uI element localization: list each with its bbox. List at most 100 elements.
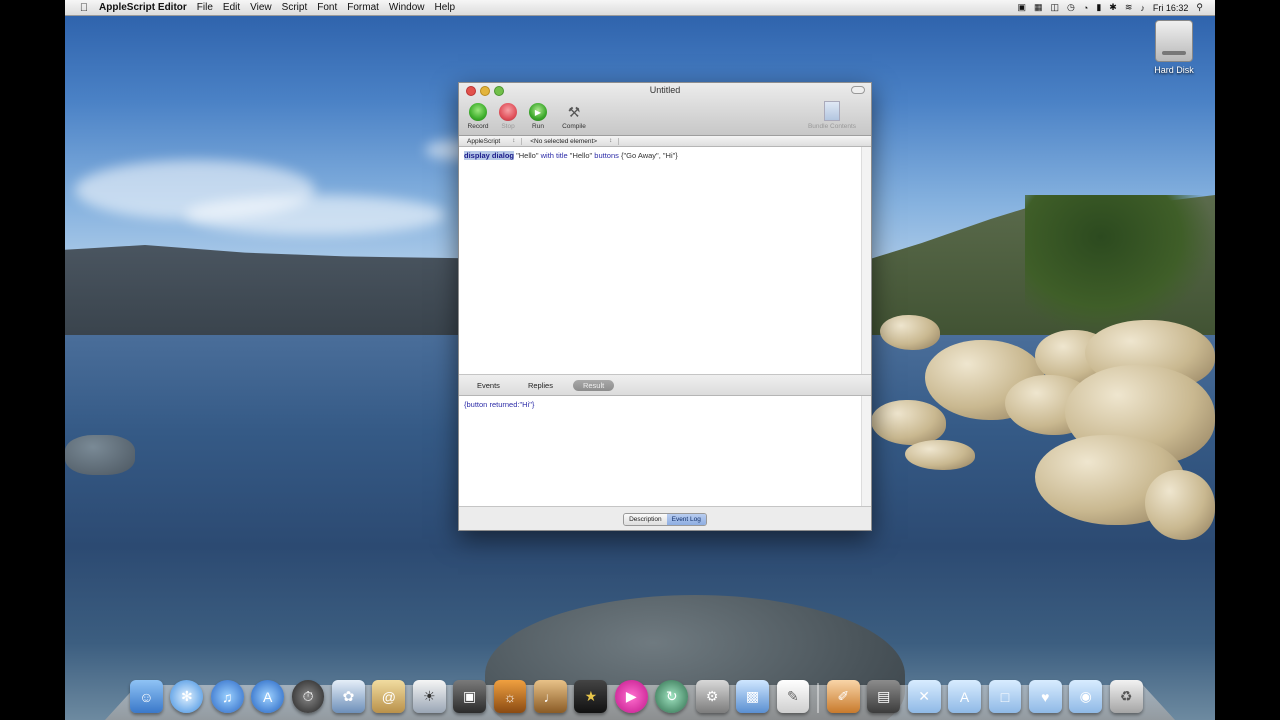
photo-icon[interactable]: ☼ <box>493 680 527 713</box>
hard-disk-label: Hard Disk <box>1154 65 1194 75</box>
record-button[interactable]: Record <box>463 103 493 130</box>
hard-disk-icon <box>1155 20 1193 62</box>
description-eventlog-segmented: Description Event Log <box>623 512 707 526</box>
event-log-button[interactable]: Event Log <box>666 513 706 525</box>
tab-result[interactable]: Result <box>572 379 615 391</box>
wallpaper-cloud <box>185 195 445 235</box>
menu-window[interactable]: Window <box>389 2 425 13</box>
element-popup-value: <No selected element> <box>530 137 598 145</box>
toolbar: Record Stop ▶ Run ⚒ Compile <box>463 103 595 130</box>
trash-icon[interactable]: ♻ <box>1109 680 1143 713</box>
window-title: Untitled <box>649 85 681 95</box>
spotlight-search-icon[interactable]: ⚲ <box>1196 2 1203 13</box>
sync-icon[interactable]: ◫ <box>1051 2 1060 13</box>
bundle-contents-label: Bundle Contents <box>807 123 857 130</box>
record-icon <box>469 103 487 121</box>
language-popup-value: AppleScript <box>467 137 501 145</box>
menu-clock[interactable]: Fri 16:32 <box>1153 3 1189 13</box>
dashboard-icon[interactable]: ⏱ <box>291 680 325 713</box>
menu-script[interactable]: Script <box>282 2 308 13</box>
applications-folder-icon[interactable]: ✕ <box>907 680 941 713</box>
photo-booth-icon[interactable]: ▣ <box>453 680 487 713</box>
result-text: {button returned:"Hi"} <box>464 400 535 409</box>
downloads-folder-icon[interactable]: □ <box>988 680 1022 713</box>
tab-replies[interactable]: Replies <box>514 381 567 390</box>
result-pane[interactable]: {button returned:"Hi"} <box>459 396 871 507</box>
script-editor[interactable]: display dialog "Hello" with title "Hello… <box>459 147 871 375</box>
language-popup[interactable]: AppleScript ↕ <box>459 137 523 145</box>
window-titlebar[interactable]: Untitled Record Stop ▶ Run ⚒ Compile Bun… <box>459 83 871 136</box>
dock: ☺ ✻ ♫ A ⏱ ✿ @ ☀ ▣ ☼ ♩ ★ ▶ ↻ ⚙ ▩ ✎ ✐ ▤ ✕ … <box>130 668 1150 713</box>
element-popup[interactable]: <No selected element> ↕ <box>522 137 620 145</box>
movie-clapper-icon[interactable]: ▩ <box>736 680 769 713</box>
script-string: "Hello" <box>567 151 595 160</box>
documents-folder-icon[interactable]: A <box>948 680 981 713</box>
finder-icon[interactable]: ☺ <box>130 680 163 713</box>
home-folder-icon[interactable]: ◉ <box>1069 680 1103 713</box>
app-store-icon[interactable]: A <box>251 680 285 713</box>
wallpaper-rock <box>65 435 135 475</box>
screen-record-icon[interactable]: ▣ <box>1017 2 1026 13</box>
time-machine-icon[interactable]: ↻ <box>655 680 689 713</box>
apple-menu-icon[interactable]:  <box>77 2 91 14</box>
menu-format[interactable]: Format <box>347 2 379 13</box>
itunes-icon[interactable]: ♫ <box>210 680 244 713</box>
hammer-icon: ⚒ <box>567 104 581 120</box>
result-scrollbar[interactable] <box>861 396 871 506</box>
script-line: display dialog "Hello" with title "Hello… <box>464 151 678 160</box>
stop-button[interactable]: Stop <box>493 103 523 130</box>
script-editor-icon[interactable]: ✐ <box>826 680 860 713</box>
run-label: Run <box>532 123 544 130</box>
imovie-icon[interactable]: ★ <box>574 680 608 713</box>
wallpaper-rock <box>871 400 946 445</box>
script-keyword: buttons <box>594 151 619 160</box>
compile-button[interactable]: ⚒ Compile <box>553 103 595 130</box>
safari-icon[interactable]: ✻ <box>170 680 204 713</box>
selected-keyword: display dialog <box>464 151 515 160</box>
menu-extras: ▣ ▦ ◫ ◷ ◔ ▮ ✱ ≋ ♪ Fri 16:32 ⚲ <box>1009 2 1203 13</box>
front-row-icon[interactable]: ▶ <box>614 680 648 713</box>
menu-file[interactable]: File <box>197 2 213 13</box>
dock-separator <box>816 683 819 713</box>
menu-font[interactable]: Font <box>317 2 337 13</box>
menu-help[interactable]: Help <box>434 2 455 13</box>
pictures-folder-icon[interactable]: ♥ <box>1028 680 1062 713</box>
wallpaper-mountains-left <box>65 245 465 340</box>
time-machine-icon[interactable]: ◷ <box>1067 2 1075 13</box>
grid-icon[interactable]: ▦ <box>1034 2 1043 13</box>
preview-icon[interactable]: ✿ <box>332 680 365 713</box>
menu-app-name[interactable]: AppleScript Editor <box>99 2 187 13</box>
editor-scrollbar[interactable] <box>861 147 871 374</box>
garageband-icon[interactable]: ♩ <box>534 680 567 713</box>
folder-icon[interactable]: ▤ <box>867 680 901 713</box>
battery-icon[interactable]: ▮ <box>1096 2 1101 13</box>
tab-events[interactable]: Events <box>463 381 514 390</box>
desktop:  AppleScript Editor File Edit View Scri… <box>65 0 1215 720</box>
applescript-editor-window: Untitled Record Stop ▶ Run ⚒ Compile Bun… <box>458 82 872 531</box>
wallpaper-rock <box>880 315 940 350</box>
record-label: Record <box>467 123 489 130</box>
clock-icon[interactable]: ◔ <box>1083 3 1088 13</box>
bundle-contents-button[interactable]: Bundle Contents <box>799 101 865 130</box>
run-icon: ▶ <box>529 103 547 121</box>
stop-icon <box>499 103 517 121</box>
menu-edit[interactable]: Edit <box>223 2 240 13</box>
stop-label: Stop <box>501 123 515 130</box>
menu-view[interactable]: View <box>250 2 272 13</box>
wifi-icon[interactable]: ≋ <box>1125 2 1133 13</box>
bottom-bar: Description Event Log <box>459 507 871 531</box>
run-button[interactable]: ▶ Run <box>523 103 553 130</box>
description-button[interactable]: Description <box>624 513 667 525</box>
wallpaper-rock <box>1145 470 1215 540</box>
textedit-icon[interactable]: ✎ <box>776 680 810 713</box>
address-book-icon[interactable]: @ <box>372 680 406 713</box>
toolbar-toggle-button[interactable] <box>851 86 865 94</box>
iphoto-icon[interactable]: ☀ <box>412 680 446 713</box>
hard-disk-desktop-item[interactable]: Hard Disk <box>1147 20 1201 75</box>
volume-icon[interactable]: ♪ <box>1140 3 1145 13</box>
menu-bar:  AppleScript Editor File Edit View Scri… <box>65 0 1215 16</box>
image-capture-icon[interactable]: ⚙ <box>695 680 729 713</box>
compile-label: Compile <box>562 123 586 130</box>
script-string: "Hello" <box>514 151 541 160</box>
bluetooth-icon[interactable]: ✱ <box>1109 2 1117 13</box>
